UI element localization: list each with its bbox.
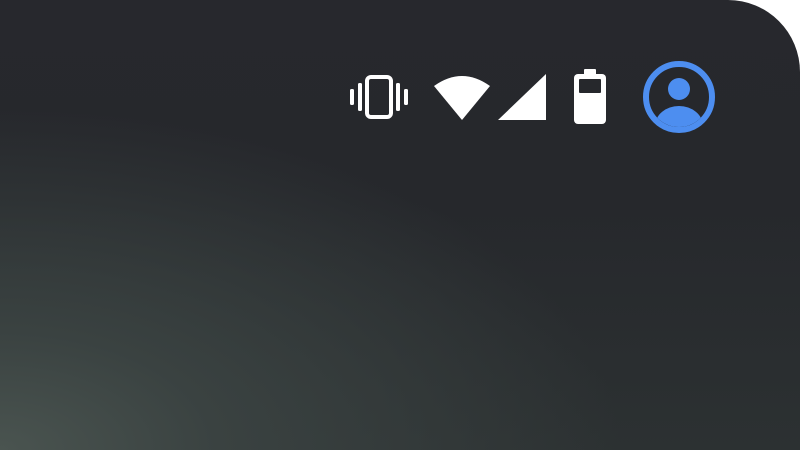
user-avatar-icon[interactable] bbox=[642, 60, 716, 134]
wifi-icon bbox=[432, 72, 492, 122]
cell-signal-icon bbox=[498, 74, 548, 120]
lock-screen bbox=[0, 0, 800, 450]
battery-icon bbox=[572, 69, 608, 125]
status-bar bbox=[350, 61, 716, 133]
vibrate-icon bbox=[350, 75, 408, 119]
